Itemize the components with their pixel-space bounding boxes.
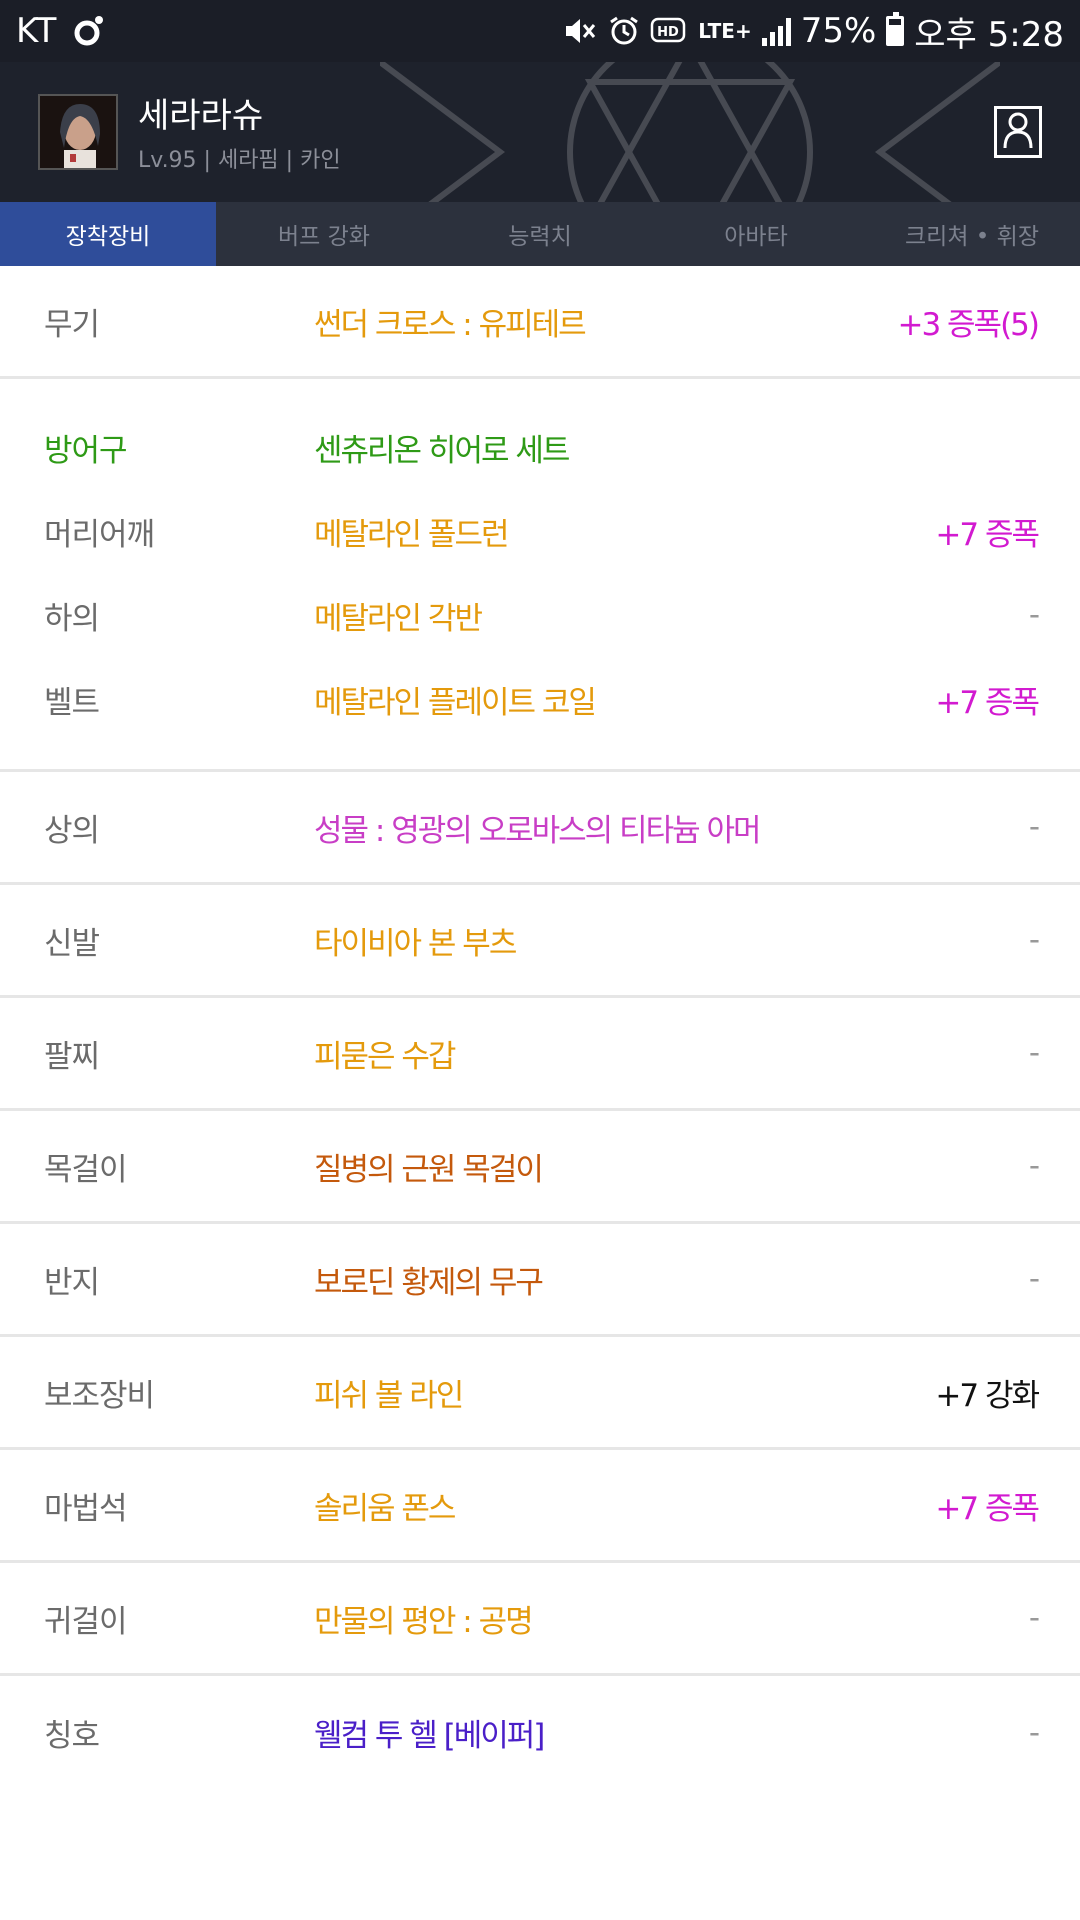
equipment-row-bracelet[interactable]: 팔찌 피묻은 수갑 - <box>0 998 1080 1111</box>
hd-icon: HD <box>650 16 688 46</box>
enhance-value: +3 증폭(5) <box>897 306 1040 343</box>
slot-label: 하의 <box>44 600 100 637</box>
slot-label: 방어구 <box>44 432 128 469</box>
item-name: 메탈라인 폴드런 <box>314 516 509 553</box>
enhance-value: - <box>1028 1714 1040 1751</box>
armor-set-group: 방어구 센츄리온 히어로 세트 머리어깨 메탈라인 폴드런 +7 증폭 하의 메… <box>0 379 1080 772</box>
person-icon <box>1002 110 1034 154</box>
battery-percent: 75% <box>800 11 877 51</box>
equipment-row-belt[interactable]: 벨트 메탈라인 플레이트 코일 +7 증폭 <box>0 657 1080 741</box>
slot-label: 머리어깨 <box>44 516 155 553</box>
slot-label: 귀걸이 <box>44 1603 128 1640</box>
enhance-value: - <box>1028 1148 1040 1184</box>
item-name: 만물의 평안 : 공명 <box>314 1603 534 1640</box>
equipment-row-magic-stone[interactable]: 마법석 솔리움 폰스 +7 증폭 <box>0 1450 1080 1563</box>
slot-label: 무기 <box>44 306 100 343</box>
item-name: 타이비아 본 부츠 <box>314 925 517 962</box>
enhance-value: +7 증폭 <box>935 516 1040 553</box>
set-name: 센츄리온 히어로 세트 <box>314 432 570 469</box>
slot-label: 신발 <box>44 925 100 962</box>
equipment-row-top[interactable]: 상의 성물 : 영광의 오로바스의 티타늄 아머 - <box>0 772 1080 885</box>
equipment-row-pants[interactable]: 하의 메탈라인 각반 - <box>0 573 1080 657</box>
character-name: 세라라슈 <box>138 96 264 136</box>
enhance-value: - <box>1028 597 1040 633</box>
enhance-value: - <box>1028 922 1040 958</box>
tab-avatar[interactable]: 아바타 <box>648 202 864 266</box>
equipment-row-weapon[interactable]: 무기 썬더 크로스 : 유피테르 +3 증폭(5) <box>0 266 1080 379</box>
tab-stats[interactable]: 능력치 <box>432 202 648 266</box>
slot-label: 마법석 <box>44 1490 128 1527</box>
profile-button[interactable] <box>994 106 1042 158</box>
slot-label: 칭호 <box>44 1718 100 1754</box>
enhance-value: - <box>1028 809 1040 845</box>
equipment-row-shoulder[interactable]: 머리어깨 메탈라인 폴드런 +7 증폭 <box>0 489 1080 573</box>
enhance-value: - <box>1028 1600 1040 1636</box>
item-name: 메탈라인 플레이트 코일 <box>314 684 597 721</box>
item-name: 질병의 근원 목걸이 <box>314 1151 544 1188</box>
character-subtitle: Lv.95 | 세라핌 | 카인 <box>138 148 341 173</box>
circle-app-icon <box>72 14 106 48</box>
slot-label: 벨트 <box>44 684 100 721</box>
armor-set-header[interactable]: 방어구 센츄리온 히어로 세트 <box>0 405 1080 489</box>
slot-label: 보조장비 <box>44 1377 155 1414</box>
slot-label: 상의 <box>44 812 100 849</box>
item-name: 보로딘 황제의 무구 <box>314 1264 544 1301</box>
svg-text:HD: HD <box>657 25 679 40</box>
avatar <box>38 94 118 170</box>
equipment-row-shoes[interactable]: 신발 타이비아 본 부츠 - <box>0 885 1080 998</box>
enhance-value: +7 증폭 <box>935 1490 1040 1527</box>
tab-creature-emblem[interactable]: 크리쳐 • 휘장 <box>864 202 1080 266</box>
enhance-value: - <box>1028 1035 1040 1071</box>
alarm-icon <box>608 15 640 47</box>
battery-icon <box>886 12 905 46</box>
character-header: 세라라슈 Lv.95 | 세라핌 | 카인 <box>0 62 1080 202</box>
equipment-row-support[interactable]: 보조장비 피쉬 볼 라인 +7 강화 <box>0 1337 1080 1450</box>
slot-label: 목걸이 <box>44 1151 128 1188</box>
enhance-value: - <box>1028 1261 1040 1297</box>
enhance-value: +7 증폭 <box>935 684 1040 721</box>
item-name: 피쉬 볼 라인 <box>314 1377 464 1414</box>
tab-buff-enhance[interactable]: 버프 강화 <box>216 202 432 266</box>
item-name: 피묻은 수갑 <box>314 1038 456 1075</box>
clock: 오후 5:28 <box>914 14 1064 55</box>
slot-label: 팔찌 <box>44 1038 100 1075</box>
background-pattern <box>380 62 1000 202</box>
item-name: 웰컴 투 헬 [베이퍼] <box>314 1718 545 1754</box>
equipment-row-necklace[interactable]: 목걸이 질병의 근원 목걸이 - <box>0 1111 1080 1224</box>
equipment-list: 무기 썬더 크로스 : 유피테르 +3 증폭(5) 방어구 센츄리온 히어로 세… <box>0 266 1080 1789</box>
carrier-label: KT <box>16 11 57 51</box>
item-name: 솔리움 폰스 <box>314 1490 456 1527</box>
item-name: 메탈라인 각반 <box>314 600 483 637</box>
tab-equipment[interactable]: 장착장비 <box>0 202 216 266</box>
mute-icon <box>564 16 598 46</box>
slot-label: 반지 <box>44 1264 100 1301</box>
item-name: 성물 : 영광의 오로바스의 티타늄 아머 <box>314 812 762 849</box>
lte-icon: LTE+ <box>698 19 752 43</box>
item-name: 썬더 크로스 : 유피테르 <box>314 306 587 343</box>
enhance-value: +7 강화 <box>935 1377 1040 1414</box>
equipment-row-title[interactable]: 칭호 웰컴 투 헬 [베이퍼] - <box>0 1676 1080 1789</box>
equipment-row-ring[interactable]: 반지 보로딘 황제의 무구 - <box>0 1224 1080 1337</box>
signal-icon <box>761 16 791 46</box>
status-bar: KT HD LTE+ 75% 오후 5:28 <box>0 0 1080 62</box>
equipment-row-earring[interactable]: 귀걸이 만물의 평안 : 공명 - <box>0 1563 1080 1676</box>
tab-bar: 장착장비 버프 강화 능력치 아바타 크리쳐 • 휘장 <box>0 202 1080 266</box>
